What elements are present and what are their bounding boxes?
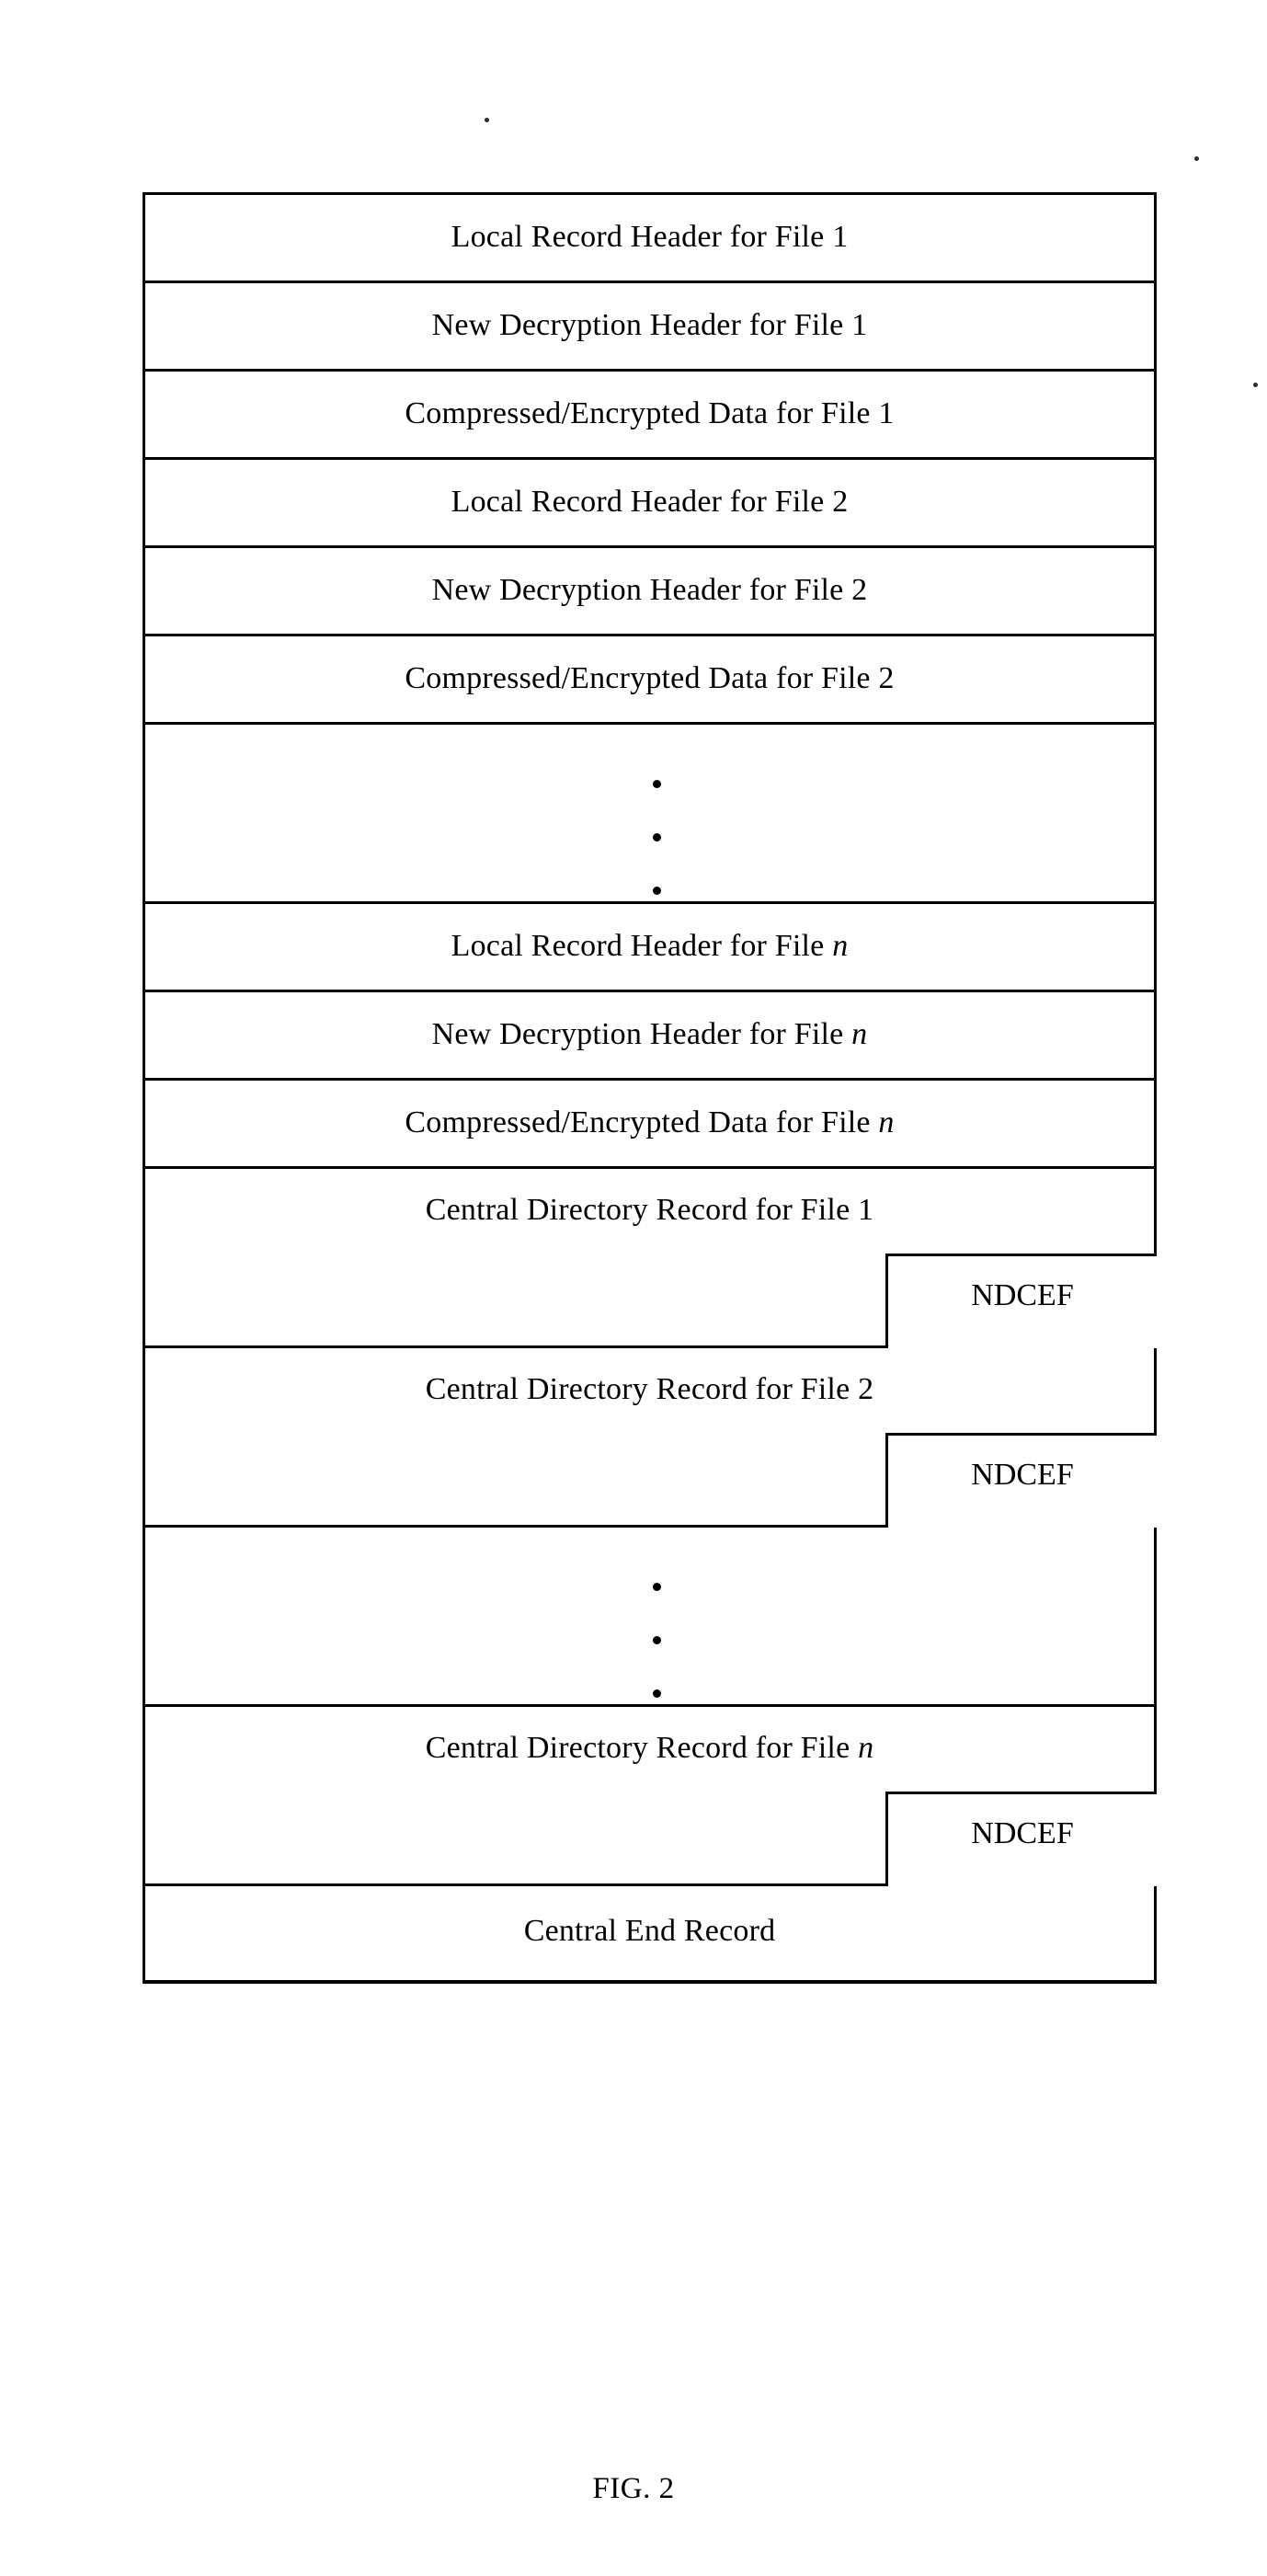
record-row-label-index: n <box>851 1017 868 1051</box>
record-row: New Decryption Header for File 2 <box>145 548 1154 636</box>
record-row: Local Record Header for File 1 <box>145 195 1154 283</box>
record-row-label-text: Compressed/Encrypted Data for File <box>405 1105 879 1139</box>
record-row: Compressed/Encrypted Data for File 1 <box>145 372 1154 460</box>
ndcef-label: NDCEF <box>971 1458 1074 1492</box>
ellipsis-row <box>145 1528 1154 1707</box>
central-directory-record-row: Central Directory Record for File 2 NDCEF <box>145 1348 1157 1528</box>
record-row: Compressed/Encrypted Data for File 2 <box>145 636 1154 725</box>
record-row-label-text: Local Record Header for File <box>451 929 833 963</box>
ndcef-subfield-box: NDCEF <box>885 1792 1157 1886</box>
central-directory-record-row: Central Directory Record for File n NDCEF <box>145 1707 1157 1886</box>
record-row-label-text: Central Directory Record for File <box>425 1193 859 1227</box>
record-row-label-text: Central End Record <box>523 1914 776 1948</box>
record-row-label-index: n <box>832 929 849 963</box>
record-row-label: New Decryption Header for File 1 <box>145 310 1154 341</box>
record-row-label-index: 1 <box>858 1193 874 1227</box>
record-row-label: Local Record Header for File 2 <box>145 487 1154 518</box>
record-row-label: Compressed/Encrypted Data for File 1 <box>145 398 1154 429</box>
ellipsis-dot <box>653 1636 661 1644</box>
record-row-label: Local Record Header for File 1 <box>145 222 1154 253</box>
record-row-label-text: Central Directory Record for File <box>425 1372 859 1406</box>
record-row-label-index: n <box>858 1731 874 1765</box>
record-row: New Decryption Header for File n <box>145 992 1154 1081</box>
ndcef-subfield-box: NDCEF <box>885 1254 1157 1348</box>
record-row-label-index: 2 <box>858 1372 874 1406</box>
record-row-label-text: Local Record Header for File <box>451 220 833 254</box>
record-row: New Decryption Header for File 1 <box>145 283 1154 372</box>
record-row-label-text: New Decryption Header for File <box>431 573 852 607</box>
record-row-label-index: 1 <box>832 220 849 254</box>
ellipsis-dot <box>653 780 661 788</box>
record-row-label: Central Directory Record for File n <box>145 1733 1154 1764</box>
vertical-ellipsis-icon <box>145 725 1154 901</box>
record-row-label-index: 1 <box>878 396 895 430</box>
ellipsis-dot <box>653 887 661 895</box>
ellipsis-dot <box>653 833 661 841</box>
record-row-label-index: 2 <box>851 573 868 607</box>
record-row-label: Local Record Header for File n <box>145 931 1154 962</box>
scan-speck <box>485 118 489 122</box>
record-row-label: Compressed/Encrypted Data for File n <box>145 1107 1154 1139</box>
record-row: Compressed/Encrypted Data for File n <box>145 1081 1154 1169</box>
figure-caption: FIG. 2 <box>592 2472 675 2505</box>
record-row-label: New Decryption Header for File n <box>145 1019 1154 1050</box>
record-row-label-index: 1 <box>851 308 868 342</box>
record-row-label-index: 2 <box>878 661 895 695</box>
record-row-label-text: Compressed/Encrypted Data for File <box>405 661 879 695</box>
record-row-label-text: New Decryption Header for File <box>431 308 852 342</box>
central-directory-record-row: Central Directory Record for File 1 NDCEF <box>145 1169 1157 1348</box>
record-row-label: Central End Record <box>145 1916 1154 1947</box>
record-row-label-text: Central Directory Record for File <box>425 1731 859 1765</box>
record-row-label-text: Local Record Header for File <box>451 485 833 519</box>
record-row-label-text: New Decryption Header for File <box>431 1017 852 1051</box>
ellipsis-row <box>145 725 1154 904</box>
record-row-label-text: Compressed/Encrypted Data for File <box>405 396 879 430</box>
scan-speck <box>1194 156 1199 161</box>
zip-archive-structure-diagram: Local Record Header for File 1 New Decryp… <box>143 192 1157 1984</box>
record-row-label-index: 2 <box>832 485 849 519</box>
ndcef-label: NDCEF <box>971 1816 1074 1850</box>
record-row-label: Central Directory Record for File 2 <box>145 1374 1154 1405</box>
ndcef-subfield-box: NDCEF <box>885 1433 1157 1528</box>
record-row-label: New Decryption Header for File 2 <box>145 575 1154 606</box>
ellipsis-dot <box>653 1689 661 1698</box>
record-row-label: Central Directory Record for File 1 <box>145 1195 1154 1226</box>
record-row-label: Compressed/Encrypted Data for File 2 <box>145 663 1154 694</box>
record-row-label-index: n <box>878 1105 895 1139</box>
record-row: Local Record Header for File n <box>145 904 1154 992</box>
ellipsis-dot <box>653 1583 661 1591</box>
vertical-ellipsis-icon <box>145 1528 1154 1704</box>
ndcef-label: NDCEF <box>971 1278 1074 1312</box>
scan-speck <box>1253 383 1258 387</box>
record-row: Local Record Header for File 2 <box>145 460 1154 548</box>
record-row-central-end: Central End Record <box>145 1886 1154 1980</box>
